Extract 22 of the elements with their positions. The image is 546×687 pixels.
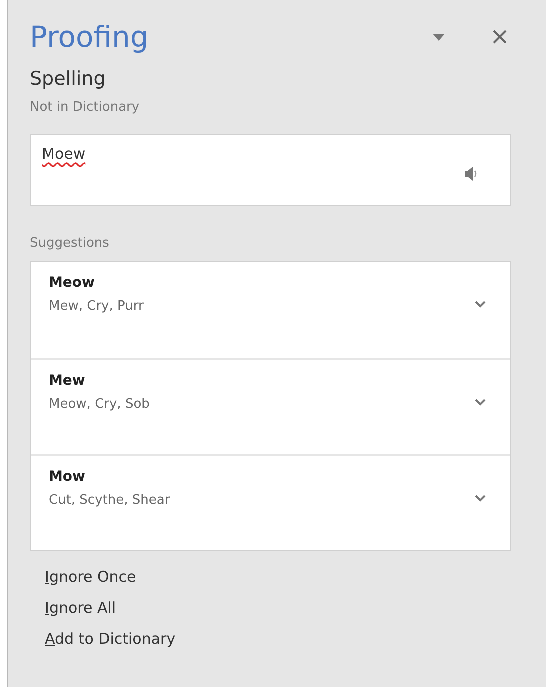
suggested-word: Mew — [49, 373, 86, 389]
caret-icon — [433, 34, 445, 40]
expand-button[interactable] — [475, 495, 486, 502]
section-heading: Spelling — [30, 68, 107, 90]
action-link[interactable]: Ignore All — [45, 599, 116, 617]
chevron-icon — [475, 301, 486, 308]
error-type-label: Not in Dictionary — [30, 100, 141, 115]
synonyms-text: Cut, Scythe, Shear — [49, 493, 170, 508]
action-link[interactable]: Ignore Once — [45, 568, 136, 586]
expand-button[interactable] — [475, 399, 486, 406]
synonyms-text: Meow, Cry, Sob — [49, 397, 150, 412]
close-icon — [493, 30, 507, 44]
suggestions-label: Suggestions — [30, 236, 110, 251]
misspelled-word: Moew — [42, 145, 86, 163]
pane-title: Proofing — [30, 20, 150, 54]
action-link[interactable]: Add to Dictionary — [45, 630, 176, 648]
suggested-word: Meow — [49, 275, 96, 291]
synonyms-text: Mew, Cry, Purr — [49, 299, 144, 314]
expand-button[interactable] — [475, 301, 486, 308]
chevron-icon — [475, 495, 486, 502]
suggested-word: Mow — [49, 469, 86, 485]
chevron-icon — [475, 399, 486, 406]
